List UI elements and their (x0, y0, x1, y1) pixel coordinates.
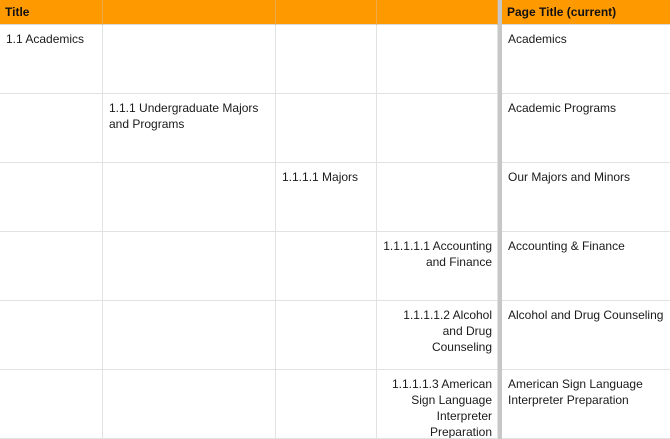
cell-level4[interactable]: 1.1.1.1.1 Accounting and Finance (377, 232, 498, 301)
cell-level4[interactable] (377, 94, 498, 163)
cell-level2[interactable] (103, 370, 276, 439)
cell-level1[interactable]: 1.1 Academics (0, 25, 103, 94)
sheet-grid: Title Page Title (current) 1.1 Academics… (0, 0, 670, 439)
cell-level2[interactable] (103, 301, 276, 370)
cell-level3[interactable]: 1.1.1.1 Majors (276, 163, 377, 232)
cell-level1[interactable] (0, 232, 103, 301)
cell-page-title[interactable]: Accounting & Finance (502, 232, 670, 301)
cell-level2[interactable] (103, 163, 276, 232)
cell-level4[interactable] (377, 25, 498, 94)
cell-level4[interactable]: 1.1.1.1.3 American Sign Language Interpr… (377, 370, 498, 439)
cell-page-title[interactable]: American Sign Language Interpreter Prepa… (502, 370, 670, 439)
spreadsheet: Title Page Title (current) 1.1 Academics… (0, 0, 670, 439)
cell-level3[interactable] (276, 94, 377, 163)
cell-level4[interactable] (377, 163, 498, 232)
header-cell-title[interactable]: Title (0, 0, 103, 25)
cell-level4[interactable]: 1.1.1.1.2 Alcohol and Drug Counseling (377, 301, 498, 370)
cell-page-title[interactable]: Academic Programs (502, 94, 670, 163)
cell-page-title[interactable]: Alcohol and Drug Counseling (502, 301, 670, 370)
cell-level1[interactable] (0, 94, 103, 163)
cell-level2[interactable] (103, 25, 276, 94)
cell-level2[interactable]: 1.1.1 Undergraduate Majors and Programs (103, 94, 276, 163)
header-cell-d[interactable] (377, 0, 498, 25)
header-cell-c[interactable] (276, 0, 377, 25)
cell-level3[interactable] (276, 301, 377, 370)
cell-level1[interactable] (0, 163, 103, 232)
cell-level2[interactable] (103, 232, 276, 301)
header-cell-page-title[interactable]: Page Title (current) (502, 0, 670, 25)
header-cell-b[interactable] (103, 0, 276, 25)
cell-level3[interactable] (276, 25, 377, 94)
cell-level3[interactable] (276, 232, 377, 301)
cell-level3[interactable] (276, 370, 377, 439)
cell-level1[interactable] (0, 301, 103, 370)
cell-page-title[interactable]: Academics (502, 25, 670, 94)
cell-page-title[interactable]: Our Majors and Minors (502, 163, 670, 232)
cell-level1[interactable] (0, 370, 103, 439)
